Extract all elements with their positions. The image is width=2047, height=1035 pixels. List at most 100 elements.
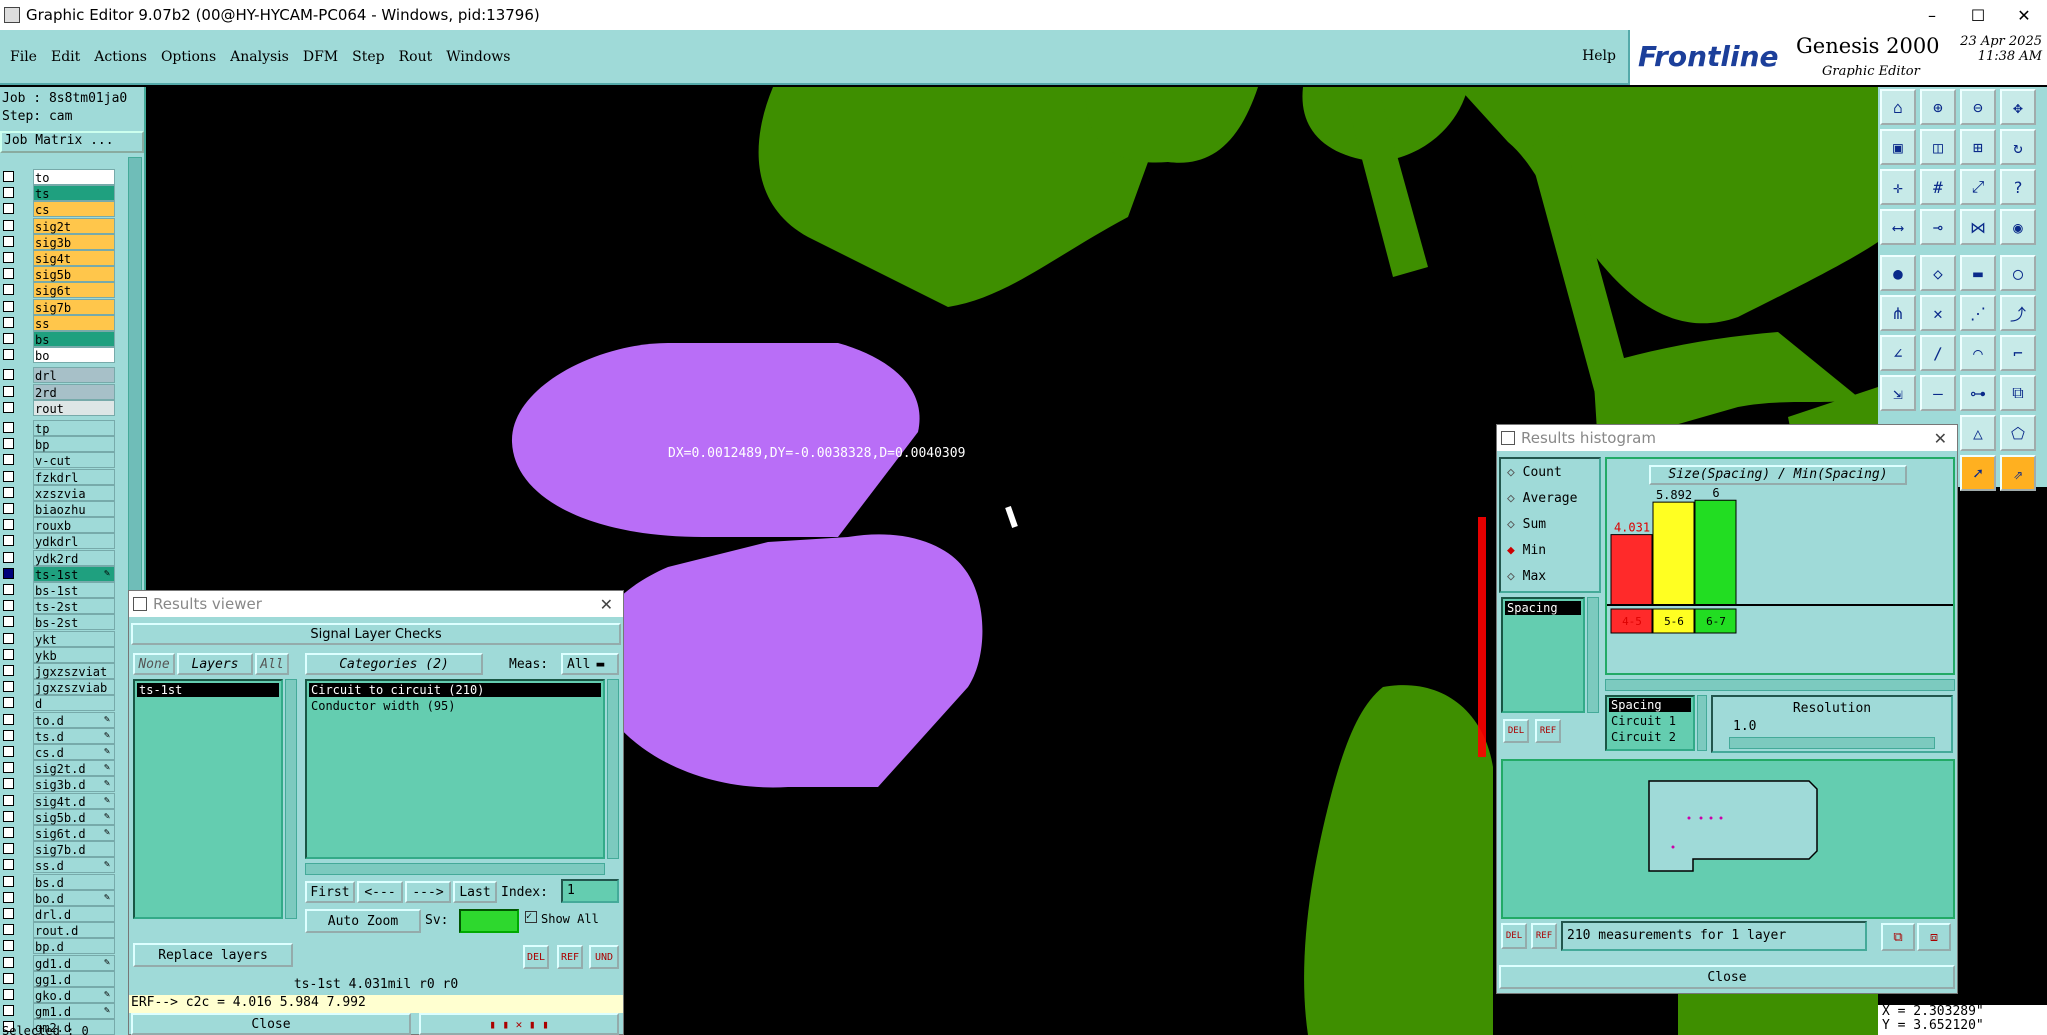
layer-name[interactable]: drl (33, 367, 115, 384)
minimize-button[interactable]: – (1909, 0, 1955, 30)
layer-row[interactable]: bp.d (0, 938, 120, 955)
histogram-hscrollbar[interactable] (1605, 679, 1955, 691)
layer-row[interactable]: sig5b (0, 266, 120, 283)
layer-row[interactable]: sig7b (0, 298, 120, 315)
layer-checkbox[interactable] (3, 268, 14, 280)
layer-checkbox[interactable] (3, 567, 14, 579)
layer-checkbox[interactable] (3, 519, 14, 531)
action-icon-row[interactable]: ▮ ▮ ✕ ▮ ▮ (419, 1013, 619, 1035)
layer-row[interactable]: sig3b (0, 233, 120, 250)
layer-checkbox[interactable] (3, 908, 14, 919)
layer-row[interactable]: jgxzszviab (0, 679, 120, 696)
line-icon[interactable]: ▬ (1960, 255, 1996, 291)
query-icon[interactable]: ? (2000, 169, 2036, 205)
layer-name[interactable]: gd1.d (33, 954, 115, 971)
layer-checkbox[interactable] (3, 681, 14, 693)
layer-row[interactable]: sig4t (0, 250, 120, 266)
polygon-icon[interactable]: ⬠ (2000, 415, 2036, 451)
layer-checkbox[interactable] (3, 697, 14, 709)
grid-icon[interactable]: # (1920, 169, 1956, 205)
layer-row[interactable]: ts-2st (0, 598, 120, 615)
menu-dfm[interactable]: DFM (303, 49, 338, 65)
layer-name[interactable]: ss.d (33, 857, 115, 874)
arc-icon[interactable]: ◠ (1960, 335, 1996, 371)
layer-row[interactable]: gko.d ✎ (0, 987, 120, 1003)
layer-checkbox[interactable] (3, 349, 14, 361)
layer-row[interactable]: ts.d ✎ (0, 727, 120, 744)
meas-dropdown[interactable]: All ▬ (561, 653, 619, 675)
layer-row[interactable]: gm1.d ✎ (0, 1003, 120, 1020)
histogram-bar[interactable] (1610, 534, 1653, 606)
layer-name[interactable]: ydk2rd (33, 549, 115, 566)
angle-icon[interactable]: ∠ (1880, 335, 1916, 371)
highlight-icon[interactable]: ◉ (2000, 209, 2036, 245)
layer-name[interactable]: v-cut (33, 452, 115, 469)
layer-row[interactable]: 2rd (0, 383, 120, 400)
layer-row[interactable]: jgxzszviat (0, 663, 120, 679)
layer-name[interactable]: bs-1st (33, 582, 115, 598)
layer-name[interactable]: sig7b (33, 298, 115, 315)
option-sum[interactable]: ◇ Sum (1507, 517, 1546, 532)
histogram-bar[interactable] (1694, 499, 1737, 606)
layer-checkbox[interactable] (3, 746, 14, 757)
categories-list[interactable]: Circuit to circuit (210) Conductor width… (305, 679, 605, 859)
layer-name[interactable]: ts-2st (33, 598, 115, 615)
option-min[interactable]: ◆ Min (1507, 543, 1546, 558)
layer-checkbox[interactable] (3, 401, 14, 413)
close-icon[interactable]: ✕ (600, 595, 613, 614)
layer-name[interactable]: ts-1st (33, 565, 115, 582)
layer-row[interactable]: xzszvia (0, 484, 120, 501)
categories-button[interactable]: Categories (2) (305, 653, 483, 675)
layer-row[interactable]: sig5b.d ✎ (0, 808, 120, 825)
layer-name[interactable]: sig6t (33, 282, 115, 299)
layer-checkbox[interactable] (3, 924, 14, 936)
layer-row[interactable]: bs-2st (0, 614, 120, 631)
layer-checkbox[interactable] (3, 333, 14, 344)
layer-name[interactable]: bo.d (33, 889, 115, 906)
layer-checkbox[interactable] (3, 385, 14, 397)
close-icon[interactable]: ✕ (1934, 429, 1947, 448)
sv-color-picker[interactable] (459, 909, 519, 933)
next-button[interactable]: ---> (405, 881, 451, 903)
cut-icon[interactable]: – (1920, 375, 1956, 411)
layer-row[interactable]: rouxb (0, 517, 120, 534)
layer-name[interactable]: ts (33, 185, 115, 202)
layer-row[interactable]: sig4t.d ✎ (0, 792, 120, 809)
layer-checkbox[interactable] (3, 584, 14, 595)
layer-name[interactable]: sig3b.d (33, 776, 115, 793)
sort-item[interactable]: Spacing (1609, 698, 1691, 712)
layer-name[interactable]: bs (33, 331, 115, 347)
layer-name[interactable]: to.d (33, 711, 115, 728)
snap-icon[interactable]: ✛ (1880, 169, 1916, 205)
fit-screen-icon[interactable]: ▣ (1880, 129, 1916, 165)
layer-name[interactable]: tp (33, 420, 115, 436)
multi-select-icon[interactable]: ⇗ (2000, 455, 2036, 491)
layer-checkbox[interactable] (3, 422, 14, 433)
layer-row[interactable]: ts-1st ✎ (0, 565, 120, 582)
histogram-bar[interactable] (1652, 501, 1695, 606)
menu-analysis[interactable]: Analysis (230, 49, 289, 65)
layer-checkbox[interactable] (3, 632, 14, 644)
job-matrix-button[interactable]: Job Matrix ... (0, 131, 144, 153)
menu-help[interactable]: Help (1582, 48, 1616, 64)
layer-row[interactable]: drl.d (0, 906, 120, 922)
layer-checkbox[interactable] (3, 1005, 14, 1017)
layer-checkbox[interactable] (3, 762, 14, 774)
histogram-close-button[interactable]: Close (1499, 965, 1955, 989)
layers-scrollbar[interactable] (285, 679, 297, 919)
signal-layer-checks-button[interactable]: Signal Layer Checks (131, 623, 621, 645)
move-icon[interactable]: ⇲ (1880, 375, 1916, 411)
layer-checkbox[interactable] (3, 171, 14, 182)
layer-checkbox[interactable] (3, 503, 14, 514)
layer-row[interactable]: rout (0, 399, 120, 416)
layer-checkbox[interactable] (3, 810, 14, 822)
delete-icon[interactable]: DEL (1501, 923, 1527, 949)
ruler-icon[interactable]: ⊸ (1920, 209, 1956, 245)
layer-name[interactable]: drl.d (33, 906, 115, 922)
split-icon[interactable]: ⊶ (1960, 375, 1996, 411)
index-input[interactable]: 1 (561, 879, 619, 903)
fit-profile-icon[interactable]: ◫ (1920, 129, 1956, 165)
layer-checkbox[interactable] (3, 665, 14, 676)
redraw-icon[interactable]: ↻ (2000, 129, 2036, 165)
layer-row[interactable]: sig6t.d ✎ (0, 825, 120, 841)
